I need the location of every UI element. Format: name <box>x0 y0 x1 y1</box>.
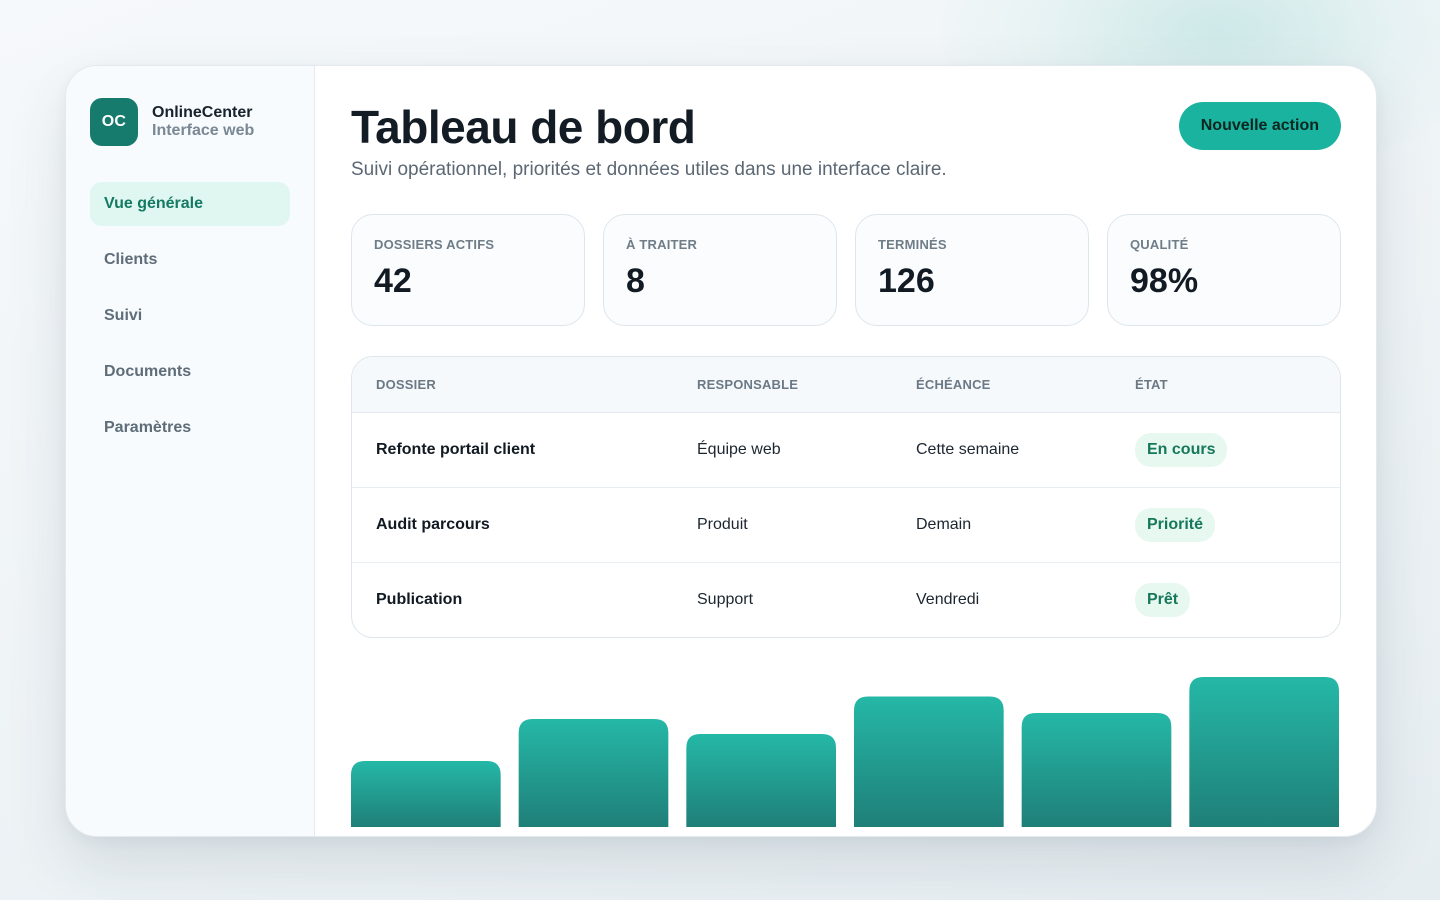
stat-label: QUALITÉ <box>1130 237 1189 252</box>
page-title: Tableau de bord <box>351 101 696 153</box>
cell-etat: Prêt <box>1135 563 1340 638</box>
page-header: Tableau de bord Suivi opérationnel, prio… <box>351 102 1341 181</box>
sidebar-item-label: Paramètres <box>104 419 192 436</box>
cell-dossier: Publication <box>376 591 463 608</box>
stat-card-quality: QUALITÉ 98% <box>1107 214 1341 326</box>
table-row[interactable]: Refonte portail client Équipe web Cette … <box>352 412 1340 488</box>
brand-text: OnlineCenter Interface web <box>152 104 254 140</box>
column-header-echeance[interactable]: ÉCHÉANCE <box>916 357 1135 413</box>
stat-card-to-process: À TRAITER 8 <box>603 214 837 326</box>
chart-bar-2 <box>518 719 669 827</box>
column-header-responsable[interactable]: RESPONSABLE <box>697 357 916 413</box>
table-header-row: DOSSIER RESPONSABLE ÉCHÉANCE ÉTAT <box>352 357 1340 413</box>
stat-card-completed: TERMINÉS 126 <box>855 214 1089 326</box>
main-content: Tableau de bord Suivi opérationnel, prio… <box>315 66 1376 836</box>
cell-responsable: Équipe web <box>697 412 916 488</box>
brand-name: OnlineCenter <box>152 104 253 121</box>
sidebar-item-label: Documents <box>104 363 192 380</box>
activity-bar-chart <box>351 667 1341 827</box>
sidebar-item-label: Suivi <box>104 307 143 324</box>
chart-bar-1 <box>351 761 501 827</box>
column-header-dossier[interactable]: DOSSIER <box>352 357 697 413</box>
brand: OC OnlineCenter Interface web <box>90 98 290 146</box>
status-badge: Priorité <box>1135 508 1216 542</box>
column-header-etat[interactable]: ÉTAT <box>1135 357 1340 413</box>
stat-value: 126 <box>878 262 935 300</box>
sidebar-item-clients[interactable]: Clients <box>90 238 290 282</box>
chart-bar-3 <box>686 734 836 827</box>
cell-echeance: Cette semaine <box>916 412 1135 488</box>
sidebar-item-documents[interactable]: Documents <box>90 350 290 394</box>
page-subtitle: Suivi opérationnel, priorités et données… <box>351 159 947 180</box>
stat-value: 8 <box>626 262 645 300</box>
sidebar: OC OnlineCenter Interface web Vue généra… <box>66 66 315 836</box>
stat-value: 42 <box>374 262 412 300</box>
cell-etat: En cours <box>1135 412 1340 488</box>
new-action-button[interactable]: Nouvelle action <box>1178 102 1341 150</box>
sidebar-item-suivi[interactable]: Suivi <box>90 294 290 338</box>
files-table-card: DOSSIER RESPONSABLE ÉCHÉANCE ÉTAT Refont… <box>351 356 1341 638</box>
chart-bar-6 <box>1189 677 1339 827</box>
stats-row: DOSSIERS ACTIFS 42 À TRAITER 8 TERMINÉS … <box>351 214 1341 326</box>
stat-label: TERMINÉS <box>878 237 947 252</box>
cell-dossier: Refonte portail client <box>352 412 697 488</box>
cell-responsable: Produit <box>697 487 916 563</box>
sidebar-item-parametres[interactable]: Paramètres <box>90 406 290 450</box>
sidebar-nav: Vue générale Clients Suivi Documents Par… <box>90 182 290 450</box>
sidebar-item-label: Clients <box>104 251 158 268</box>
stat-label: À TRAITER <box>626 237 698 252</box>
stat-label: DOSSIERS ACTIFS <box>374 237 495 252</box>
sidebar-item-vue-generale[interactable]: Vue générale <box>90 182 290 226</box>
sidebar-item-label: Vue générale <box>104 195 204 212</box>
cell-dossier: Audit parcours <box>352 487 697 563</box>
app-window: OC OnlineCenter Interface web Vue généra… <box>65 65 1377 837</box>
chart-bar-5 <box>1021 713 1172 827</box>
stat-value: 98% <box>1130 262 1199 300</box>
status-badge: En cours <box>1135 433 1228 467</box>
cell-echeance: Vendredi <box>916 591 980 608</box>
files-table: DOSSIER RESPONSABLE ÉCHÉANCE ÉTAT Refont… <box>352 357 1340 637</box>
brand-logo: OC <box>90 98 138 146</box>
chart-bar-4 <box>854 696 1004 827</box>
cell-etat: Priorité <box>1135 487 1340 563</box>
table-row[interactable]: Audit parcours Produit Demain Priorité <box>352 487 1340 563</box>
cell-echeance: Demain <box>916 487 1135 563</box>
table-row[interactable]: Publication Support Vendredi Prêt <box>352 563 1340 638</box>
brand-subtitle: Interface web <box>152 122 255 139</box>
cell-responsable: Support <box>697 591 754 608</box>
bar-chart-svg <box>351 677 1339 827</box>
status-badge: Prêt <box>1135 583 1191 617</box>
title-block: Tableau de bord Suivi opérationnel, prio… <box>351 102 947 181</box>
stat-card-active-files: DOSSIERS ACTIFS 42 <box>351 214 585 326</box>
